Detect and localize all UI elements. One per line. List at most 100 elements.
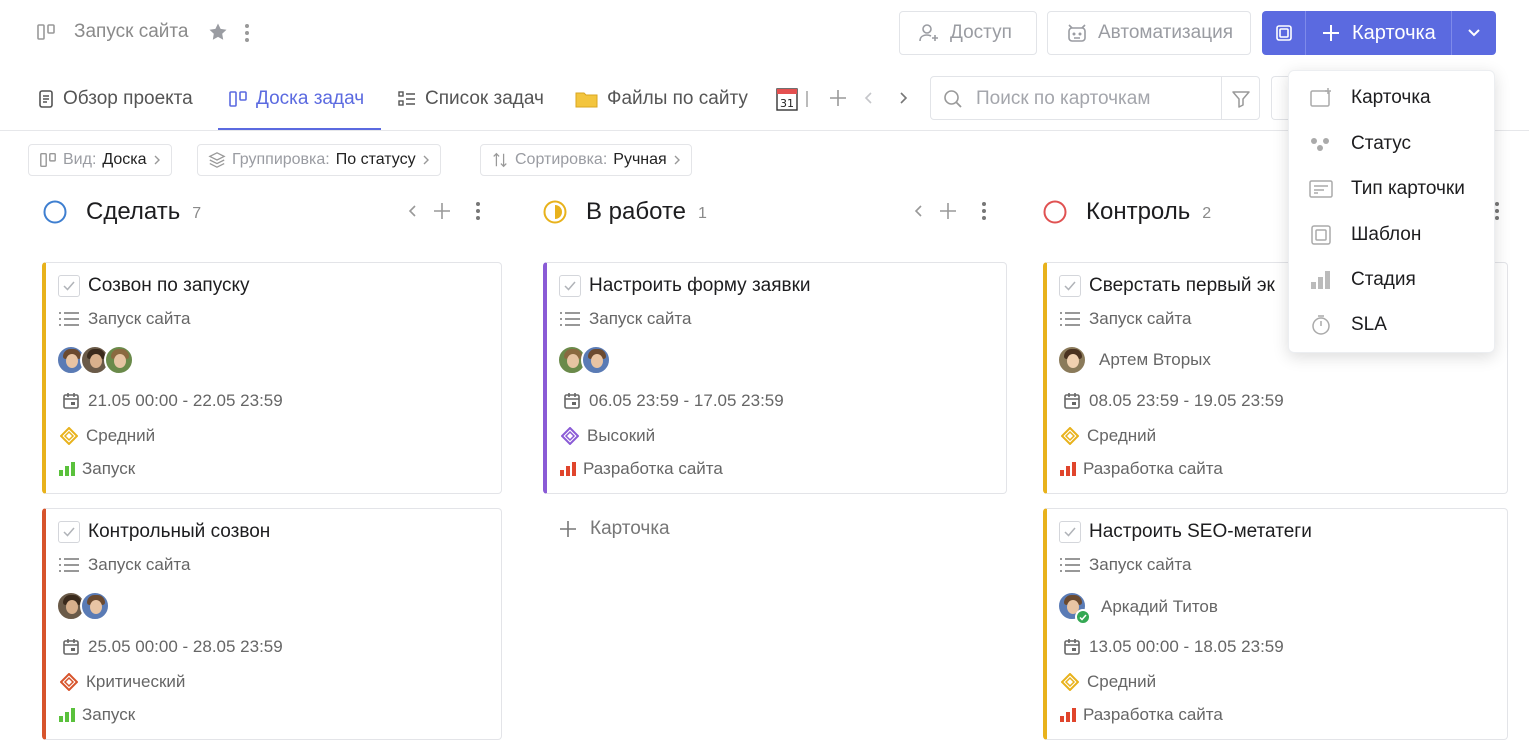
- add-card-label: Карточка: [1352, 21, 1436, 44]
- menu-item-stage[interactable]: Стадия: [1309, 265, 1416, 295]
- tab-label: Файлы по сайту: [607, 88, 748, 109]
- column-count: 7: [192, 205, 202, 222]
- task-card[interactable]: Контрольный созвон Запуск сайта 25.05 00…: [42, 508, 502, 740]
- menu-item-card[interactable]: Карточка: [1309, 83, 1431, 113]
- add-card-label: Карточка: [590, 518, 670, 539]
- task-card[interactable]: Созвон по запуску Запуск сайта 21.05 00:…: [42, 262, 502, 494]
- priority-diamond-icon: [1061, 673, 1079, 691]
- more-vertical-icon[interactable]: [980, 200, 988, 222]
- complete-checkbox[interactable]: [58, 275, 80, 297]
- search-input[interactable]: Поиск по карточкам: [930, 76, 1260, 120]
- task-card[interactable]: Настроить форму заявки Запуск сайта 06.0…: [543, 262, 1007, 494]
- chevron-right-icon[interactable]: [898, 91, 908, 105]
- list-lines-icon: [1059, 310, 1081, 328]
- sort-icon: [491, 151, 509, 169]
- card-project: Запуск сайта: [589, 309, 692, 328]
- card-project: Запуск сайта: [88, 555, 191, 574]
- avatar: [1057, 345, 1087, 375]
- project-title: Запуск сайта: [74, 21, 189, 42]
- complete-checkbox[interactable]: [1059, 275, 1081, 297]
- calendar-small-icon: [62, 392, 80, 410]
- tab-project-overview[interactable]: Обзор проекта: [37, 86, 193, 112]
- column-count: 1: [698, 205, 707, 222]
- template-button[interactable]: [1262, 11, 1306, 55]
- column-count: 2: [1202, 205, 1212, 222]
- list-lines-icon: [1059, 556, 1081, 574]
- star-icon[interactable]: [208, 22, 228, 42]
- add-tab-icon[interactable]: [828, 88, 848, 108]
- chip-value: Ручная: [613, 151, 667, 168]
- automation-button[interactable]: Автоматизация: [1047, 11, 1251, 55]
- complete-checkbox[interactable]: [1059, 521, 1081, 543]
- board-icon: [39, 151, 57, 169]
- card-type-icon: [1309, 178, 1333, 200]
- sorting-chip[interactable]: Сортировка: Ручная: [480, 144, 692, 176]
- priority-diamond-icon: [60, 427, 78, 445]
- grouping-chip[interactable]: Группировка: По статусу: [197, 144, 441, 176]
- menu-item-sla[interactable]: SLA: [1309, 310, 1387, 340]
- list-lines-icon: [58, 556, 80, 574]
- stage-bars-icon: [58, 461, 76, 477]
- menu-item-status[interactable]: Статус: [1309, 129, 1411, 159]
- automation-label: Автоматизация: [1098, 22, 1233, 43]
- stage-bars-icon: [1309, 269, 1333, 291]
- assignee-avatars: [56, 345, 134, 375]
- column-title: Сделать: [86, 198, 181, 225]
- menu-item-card-type[interactable]: Тип карточки: [1309, 174, 1465, 204]
- more-vertical-icon[interactable]: [474, 200, 482, 222]
- card-dates: 21.05 00:00 - 22.05 23:59: [88, 391, 283, 410]
- card-stage: Запуск: [82, 459, 136, 478]
- stage-bars-icon: [559, 461, 577, 477]
- menu-item-template[interactable]: Шаблон: [1309, 220, 1421, 250]
- view-chip[interactable]: Вид: Доска: [28, 144, 172, 176]
- column-header-in-progress: В работе 1: [542, 197, 707, 227]
- card-stage: Разработка сайта: [583, 459, 723, 478]
- template-icon: [1274, 23, 1294, 43]
- card-stage: Разработка сайта: [1083, 705, 1223, 724]
- add-card-dropdown-toggle[interactable]: [1452, 11, 1496, 55]
- chevron-left-icon[interactable]: [408, 203, 418, 219]
- tab-task-list[interactable]: Список задач: [397, 86, 544, 112]
- tab-task-board[interactable]: Доска задач: [228, 86, 364, 112]
- calendar-icon: 31: [776, 87, 798, 111]
- list-lines-icon: [58, 310, 80, 328]
- access-button[interactable]: Доступ: [899, 11, 1037, 55]
- add-card-split-button[interactable]: Карточка: [1262, 11, 1496, 55]
- complete-checkbox[interactable]: [58, 521, 80, 543]
- tab-site-files[interactable]: Файлы по сайту: [575, 86, 748, 112]
- chevron-left-icon[interactable]: [914, 203, 924, 219]
- card-title: Контрольный созвон: [88, 521, 271, 542]
- card-project: Запуск сайта: [1089, 555, 1192, 574]
- card-priority: Средний: [86, 426, 156, 445]
- chevron-right-icon: [422, 154, 430, 166]
- column-actions: [408, 200, 482, 222]
- tab-label: Доска задач: [256, 88, 365, 109]
- assignee-avatars: [56, 591, 110, 621]
- tab-calendar[interactable]: 31: [776, 86, 808, 112]
- card-stage: Запуск: [82, 705, 136, 724]
- chip-key: Сортировка:: [515, 151, 608, 168]
- complete-checkbox[interactable]: [559, 275, 581, 297]
- tab-overflow-cut: [806, 91, 808, 107]
- add-card-icon[interactable]: [938, 201, 958, 221]
- card-priority: Критический: [86, 672, 186, 691]
- chip-value: По статусу: [335, 151, 416, 168]
- card-priority: Средний: [1087, 672, 1157, 691]
- stopwatch-icon: [1309, 314, 1333, 336]
- column-header-todo: Сделать 7: [42, 197, 201, 227]
- task-card[interactable]: Настроить SEO-метатеги Запуск сайта Арка…: [1043, 508, 1508, 740]
- add-card-icon[interactable]: [432, 201, 452, 221]
- stage-bars-icon: [1059, 461, 1077, 477]
- card-title: Настроить SEO-метатеги: [1089, 521, 1312, 542]
- filter-icon[interactable]: [1231, 89, 1251, 109]
- status-circle-icon: [1042, 199, 1068, 225]
- priority-diamond-icon: [60, 673, 78, 691]
- add-card-link[interactable]: Карточка: [558, 518, 670, 540]
- robot-icon: [1066, 22, 1088, 44]
- add-card-button[interactable]: Карточка: [1306, 11, 1452, 55]
- card-dates: 06.05 23:59 - 17.05 23:59: [589, 391, 784, 410]
- card-priority: Высокий: [587, 426, 656, 445]
- chevron-right-icon: [153, 154, 161, 166]
- chevron-left-icon[interactable]: [864, 91, 874, 105]
- more-vertical-icon[interactable]: [240, 22, 254, 44]
